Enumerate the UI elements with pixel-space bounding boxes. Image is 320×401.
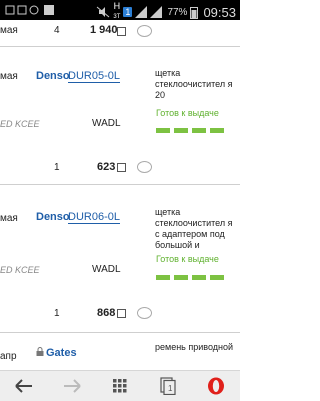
order-month: мая: [0, 213, 18, 224]
comment-icon[interactable]: [137, 25, 152, 37]
order-description: щетка стеклоочистител я 20: [155, 68, 233, 100]
status-bar: H 3T 1 77% 09:53: [0, 0, 240, 20]
tabs-count: 1: [168, 384, 173, 393]
notification-icons: [5, 5, 54, 15]
back-button[interactable]: [0, 371, 48, 401]
progress-segment: [156, 128, 170, 133]
order-brand[interactable]: Denso: [36, 211, 70, 223]
progress-segment: [174, 275, 188, 280]
order-price: 623: [97, 161, 116, 173]
opera-menu-icon: [208, 377, 224, 395]
order-month: мая: [0, 71, 18, 82]
lock-icon: [36, 347, 44, 356]
speed-dial-icon: [113, 379, 127, 393]
battery-percent: 77%: [167, 6, 188, 18]
order-italic-code: ED KCEE: [0, 265, 40, 275]
order-status: Готов к выдаче: [156, 108, 219, 118]
order-month: апр: [0, 351, 17, 362]
order-description: ремень приводной: [155, 342, 234, 352]
orders-list[interactable]: мая 4 1 940 мая Denso DUR05-0L щетка сте…: [0, 20, 240, 370]
clock: 09:53: [203, 4, 236, 20]
progress-segment: [210, 128, 224, 133]
signal-icon: [135, 6, 148, 18]
tabs-icon: 1: [160, 377, 176, 395]
order-checkbox[interactable]: [117, 27, 126, 36]
order-price: 1 940: [90, 24, 118, 36]
order-qty: 1: [54, 308, 60, 319]
status-progress: [156, 128, 224, 133]
row-divider: [0, 332, 240, 333]
progress-segment: [174, 128, 188, 133]
forward-button[interactable]: [48, 371, 96, 401]
progress-segment: [192, 128, 206, 133]
order-description: щетка стеклоочистител я с адаптером под …: [155, 207, 233, 250]
forward-icon: [64, 379, 81, 393]
progress-segment: [156, 275, 170, 280]
opera-menu-button[interactable]: [192, 371, 240, 401]
order-month: мая: [0, 25, 18, 36]
comment-icon[interactable]: [137, 307, 152, 319]
speed-dial-button[interactable]: [96, 371, 144, 401]
supplier-code: WADL: [92, 264, 121, 275]
row-divider: [0, 46, 240, 47]
order-brand[interactable]: Gates: [46, 347, 77, 359]
comment-icon[interactable]: [137, 161, 152, 173]
tabs-button[interactable]: 1: [144, 371, 192, 401]
order-italic-code: ED KCEE: [0, 119, 40, 129]
order-checkbox[interactable]: [117, 309, 126, 318]
order-qty: 4: [54, 25, 60, 36]
signal-2-icon: [150, 6, 163, 18]
order-brand[interactable]: Denso: [36, 70, 70, 82]
supplier-code: WADL: [92, 118, 121, 129]
status-icons-right: H 3T 1 77% 09:53: [96, 2, 236, 22]
status-icons-left: [4, 3, 64, 20]
status-progress: [156, 275, 224, 280]
progress-segment: [210, 275, 224, 280]
mute-icon: [97, 6, 110, 18]
order-status: Готов к выдаче: [156, 254, 219, 264]
back-icon: [15, 379, 32, 393]
row-divider: [0, 184, 240, 185]
order-part-link[interactable]: DUR05-0L: [68, 70, 120, 83]
battery-icon: [190, 6, 199, 19]
order-qty: 1: [54, 162, 60, 173]
browser-toolbar: 1: [0, 370, 240, 401]
order-price: 868: [97, 307, 116, 319]
order-part-link[interactable]: DUR06-0L: [68, 211, 120, 224]
progress-segment: [192, 275, 206, 280]
order-checkbox[interactable]: [117, 163, 126, 172]
network-type: H 3T: [113, 1, 121, 21]
sim-badge: 1: [123, 7, 133, 17]
